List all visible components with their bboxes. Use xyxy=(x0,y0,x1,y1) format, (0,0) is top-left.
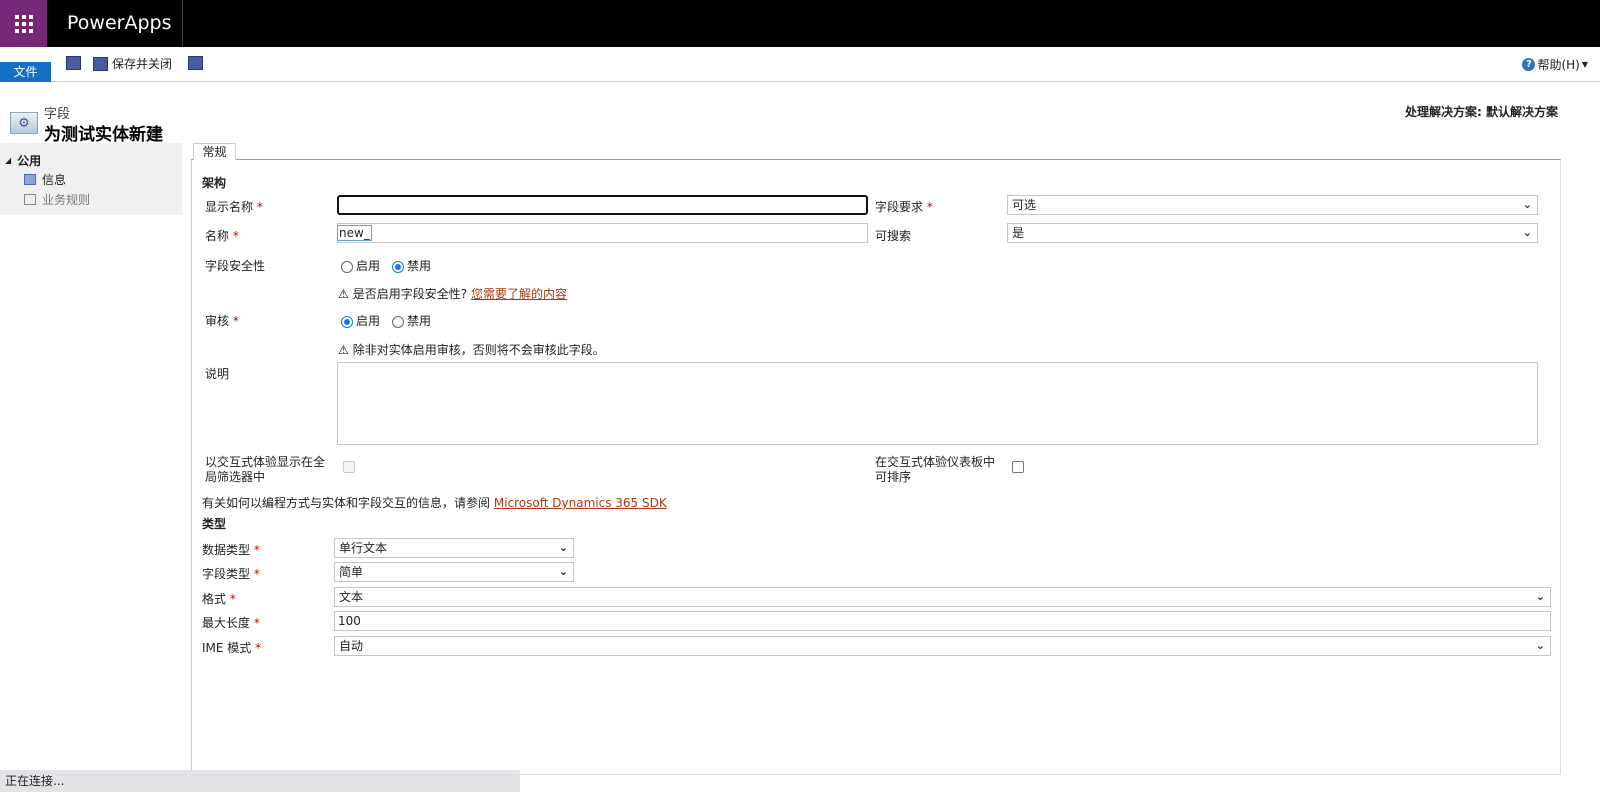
name-input[interactable]: new_ xyxy=(337,223,868,243)
save-and-close-label: 保存并关闭 xyxy=(112,57,173,71)
save-button[interactable] xyxy=(66,56,81,73)
description-textarea[interactable] xyxy=(337,362,1538,445)
save-and-new-button[interactable] xyxy=(188,56,203,73)
name-label: 名称 * xyxy=(205,229,239,243)
display-name-input[interactable] xyxy=(337,195,868,215)
app-name: PowerApps xyxy=(67,12,172,34)
status-bar: 正在连接... xyxy=(0,770,520,792)
field-security-radio-group: 启用 禁用 xyxy=(341,257,431,274)
auditing-radio-group: 启用 禁用 xyxy=(341,312,431,329)
info-icon xyxy=(24,174,36,185)
warning-icon: ⚠ xyxy=(338,287,349,301)
global-filter-checkbox[interactable] xyxy=(343,461,355,473)
format-label: 格式 * xyxy=(202,592,236,606)
chevron-down-icon: ⌄ xyxy=(558,541,568,554)
global-filter-label: 以交互式体验显示在全局筛选器中 xyxy=(205,455,326,484)
chevron-down-icon: ⌄ xyxy=(1535,590,1545,603)
field-type-label: 字段类型 * xyxy=(202,567,260,581)
nav-group-common[interactable]: ◢ 公用 xyxy=(5,152,41,169)
max-length-label: 最大长度 * xyxy=(202,616,260,630)
ime-mode-label: IME 模式 * xyxy=(202,641,262,655)
nav-item-business-rules[interactable]: 业务规则 xyxy=(24,191,90,208)
file-button[interactable]: 文件 xyxy=(0,62,51,82)
page-title: 为测试实体新建 xyxy=(44,125,163,145)
max-length-input[interactable]: 100 xyxy=(334,611,1551,631)
save-icon xyxy=(66,56,81,70)
chevron-down-icon: ⌄ xyxy=(558,565,568,578)
sdk-info: 有关如何以编程方式与实体和字段交互的信息，请参阅 Microsoft Dynam… xyxy=(202,496,667,510)
help-button[interactable]: ? 帮助(H) ▼ xyxy=(1522,56,1588,73)
warning-icon: ⚠ xyxy=(338,343,349,357)
field-requirement-label: 字段要求 * xyxy=(875,200,933,214)
tab-general[interactable]: 常规 xyxy=(193,143,236,160)
field-requirement-select[interactable]: 可选 ⌄ xyxy=(1007,195,1538,215)
auditing-enable-radio[interactable]: 启用 xyxy=(341,312,380,329)
nav-item-info[interactable]: 信息 xyxy=(24,171,66,188)
field-type-select[interactable]: 简单 ⌄ xyxy=(334,562,574,582)
help-icon: ? xyxy=(1522,58,1536,71)
help-label: 帮助(H) xyxy=(1537,58,1580,72)
chevron-down-icon: ⌄ xyxy=(1522,198,1532,211)
data-type-select[interactable]: 单行文本 ⌄ xyxy=(334,538,574,558)
solution-label: 处理解决方案: 默认解决方案 xyxy=(1405,105,1558,119)
divider xyxy=(182,0,183,47)
data-type-label: 数据类型 * xyxy=(202,543,260,557)
nav-item-label: 信息 xyxy=(42,173,67,187)
learn-more-link[interactable]: 您需要了解的内容 xyxy=(471,287,567,301)
chevron-down-icon: ⌄ xyxy=(1535,639,1545,652)
top-bar xyxy=(0,0,1600,47)
save-new-icon xyxy=(188,56,203,70)
auditing-label: 审核 * xyxy=(205,314,239,328)
field-security-label: 字段安全性 xyxy=(205,259,266,273)
searchable-select[interactable]: 是 ⌄ xyxy=(1007,223,1538,243)
caret-down-icon: ▼ xyxy=(1581,60,1588,69)
section-schema: 架构 xyxy=(202,176,227,190)
section-type: 类型 xyxy=(202,517,227,531)
auditing-warning: ⚠ 除非对实体启用审核，否则将不会审核此字段。 xyxy=(338,343,605,357)
app-launcher-button[interactable] xyxy=(0,0,47,47)
sortable-checkbox[interactable] xyxy=(1012,461,1024,473)
sortable-label: 在交互式体验仪表板中可排序 xyxy=(875,455,996,484)
left-nav: ◢ 公用 信息 业务规则 xyxy=(0,143,182,215)
format-select[interactable]: 文本 ⌄ xyxy=(334,587,1551,607)
collapse-triangle-icon: ◢ xyxy=(5,156,12,165)
searchable-label: 可搜索 xyxy=(875,229,912,243)
field-security-warning: ⚠ 是否启用字段安全性? 您需要了解的内容 xyxy=(338,287,567,301)
save-and-close-button[interactable]: 保存并关闭 xyxy=(93,55,172,72)
field-security-disable-radio[interactable]: 禁用 xyxy=(392,257,431,274)
display-name-label: 显示名称 * xyxy=(205,200,263,214)
sdk-link[interactable]: Microsoft Dynamics 365 SDK xyxy=(494,496,667,510)
nav-item-label: 业务规则 xyxy=(42,193,91,207)
toolbar: 文件 保存并关闭 ? 帮助(H) ▼ xyxy=(0,47,1600,82)
ime-mode-select[interactable]: 自动 ⌄ xyxy=(334,636,1551,656)
waffle-icon xyxy=(14,14,33,33)
save-close-icon xyxy=(93,56,108,71)
nav-group-label: 公用 xyxy=(17,154,42,168)
field-security-enable-radio[interactable]: 启用 xyxy=(341,257,380,274)
auditing-disable-radio[interactable]: 禁用 xyxy=(392,312,431,329)
chevron-down-icon: ⌄ xyxy=(1522,226,1532,239)
description-label: 说明 xyxy=(205,367,230,381)
business-rules-icon xyxy=(24,194,36,205)
field-entity-icon: ⚙ xyxy=(10,112,38,134)
